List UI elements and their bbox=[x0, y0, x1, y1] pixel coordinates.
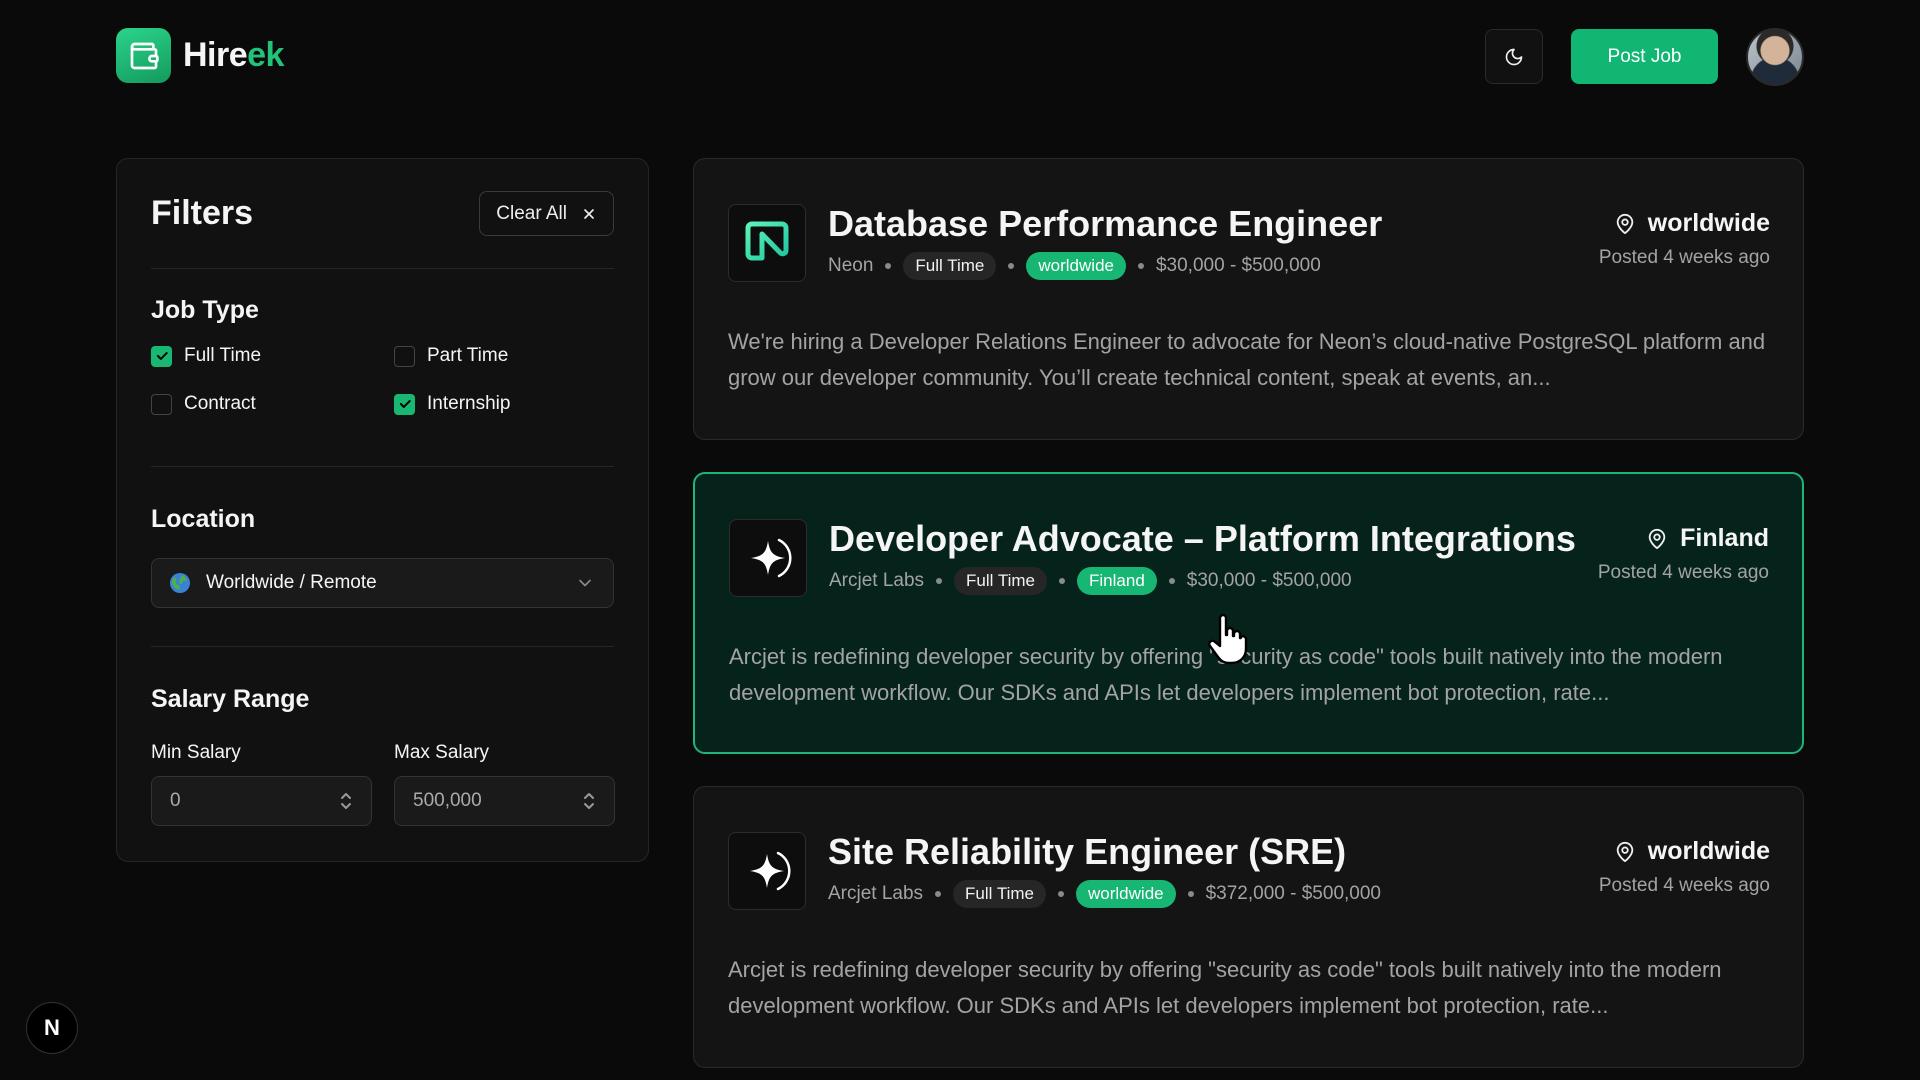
region-badge: worldwide bbox=[1026, 252, 1126, 280]
arcjet-logo-icon bbox=[728, 832, 806, 910]
checkbox-label: Part Time bbox=[427, 345, 509, 366]
brand-name-accent: ek bbox=[247, 36, 284, 74]
filters-title: Filters bbox=[151, 194, 254, 232]
separator-dot bbox=[1008, 263, 1015, 269]
stepper-icon[interactable] bbox=[582, 790, 596, 812]
job-card[interactable]: Database Performance Engineer Neon Full … bbox=[693, 158, 1804, 440]
theme-toggle-button[interactable] bbox=[1485, 29, 1543, 84]
region-badge: Finland bbox=[1077, 567, 1157, 595]
post-job-button[interactable]: Post Job bbox=[1571, 29, 1718, 84]
job-type-section: Job Type Full Time Part Time Contract In… bbox=[151, 269, 614, 467]
job-type-badge: Full Time bbox=[953, 880, 1047, 908]
location-heading: Location bbox=[151, 505, 256, 533]
clear-all-label: Clear All bbox=[496, 202, 567, 224]
map-pin-icon bbox=[1616, 841, 1634, 862]
job-type-heading: Job Type bbox=[151, 296, 259, 324]
salary-inputs: Min Salary 0 Max Salary 500,000 bbox=[151, 742, 615, 826]
stepper-icon[interactable] bbox=[339, 790, 353, 812]
checkbox-full-time[interactable]: Full Time bbox=[151, 345, 394, 367]
job-description: Arcjet is redefining developer security … bbox=[728, 957, 1722, 1018]
max-salary-label: Max Salary bbox=[394, 742, 490, 763]
separator-dot bbox=[1168, 578, 1175, 584]
checkbox-label: Contract bbox=[184, 393, 256, 414]
top-header: Hireek Post Job bbox=[116, 28, 1804, 86]
clear-all-button[interactable]: Clear All bbox=[479, 191, 614, 236]
user-avatar[interactable] bbox=[1746, 28, 1804, 86]
neon-logo-icon bbox=[728, 204, 806, 282]
job-location: worldwide bbox=[1614, 209, 1770, 238]
job-title[interactable]: Site Reliability Engineer (SRE) bbox=[828, 831, 1346, 873]
chevron-down-icon bbox=[579, 579, 591, 587]
job-description: We're hiring a Developer Relations Engin… bbox=[728, 329, 1766, 390]
checkbox-contract[interactable]: Contract bbox=[151, 393, 394, 415]
job-card[interactable]: Site Reliability Engineer (SRE) Arcjet L… bbox=[693, 786, 1804, 1068]
posted-time: Posted 4 weeks ago bbox=[1598, 247, 1770, 268]
job-type-badge: Full Time bbox=[954, 567, 1048, 595]
posted-time: Posted 4 weeks ago bbox=[1597, 562, 1769, 583]
map-pin-icon bbox=[1616, 213, 1634, 234]
company-name: Arcjet Labs bbox=[829, 570, 925, 591]
job-meta: Arcjet Labs Full Time Finland $30,000 - … bbox=[829, 567, 1352, 595]
job-location: worldwide bbox=[1614, 837, 1770, 866]
location-selected-value: Worldwide / Remote bbox=[206, 572, 377, 593]
salary-heading: Salary Range bbox=[151, 685, 310, 713]
location-select[interactable]: Worldwide / Remote bbox=[151, 558, 614, 608]
globe-icon bbox=[170, 573, 190, 593]
salary-range: $372,000 - $500,000 bbox=[1205, 883, 1381, 904]
filters-header: Filters Clear All bbox=[151, 159, 614, 269]
checkbox-unchecked-icon bbox=[151, 393, 172, 415]
job-title[interactable]: Developer Advocate – Platform Integratio… bbox=[829, 518, 1576, 560]
filters-panel: Filters Clear All Job Type Full Time Par… bbox=[116, 158, 649, 862]
min-salary-input[interactable]: 0 bbox=[151, 776, 372, 826]
company-name: Arcjet Labs bbox=[828, 883, 924, 904]
separator-dot bbox=[935, 891, 942, 897]
dev-tools-badge[interactable]: N bbox=[26, 1002, 78, 1054]
salary-section: Salary Range Min Salary 0 Max Salary 500… bbox=[151, 647, 615, 826]
checkbox-internship[interactable]: Internship bbox=[394, 393, 614, 415]
posted-time: Posted 4 weeks ago bbox=[1598, 875, 1770, 896]
max-salary-input[interactable]: 500,000 bbox=[394, 776, 615, 826]
hand-cursor-icon bbox=[1208, 613, 1248, 665]
brand-name: Hireek bbox=[183, 36, 284, 75]
job-location: Finland bbox=[1646, 524, 1769, 553]
max-salary-value: 500,000 bbox=[413, 790, 482, 811]
job-description: Arcjet is redefining developer security … bbox=[729, 644, 1723, 705]
region-badge: worldwide bbox=[1076, 880, 1176, 908]
checkbox-part-time[interactable]: Part Time bbox=[394, 345, 614, 367]
company-name: Neon bbox=[828, 255, 874, 276]
checkbox-checked-icon bbox=[151, 345, 172, 367]
location-section: Location Worldwide / Remote bbox=[151, 467, 614, 647]
moon-icon bbox=[1505, 48, 1523, 65]
brand-logo[interactable]: Hireek bbox=[116, 28, 284, 83]
location-label: worldwide bbox=[1647, 209, 1770, 237]
location-label: Finland bbox=[1680, 524, 1769, 552]
max-salary-group: Max Salary 500,000 bbox=[394, 742, 615, 826]
min-salary-group: Min Salary 0 bbox=[151, 742, 372, 826]
arcjet-logo-icon bbox=[729, 519, 807, 597]
location-label: worldwide bbox=[1647, 837, 1770, 865]
wallet-icon bbox=[116, 28, 171, 83]
separator-dot bbox=[885, 263, 892, 269]
job-title[interactable]: Database Performance Engineer bbox=[828, 203, 1382, 245]
job-meta: Arcjet Labs Full Time worldwide $372,000… bbox=[828, 880, 1381, 908]
min-salary-label: Min Salary bbox=[151, 742, 241, 763]
checkbox-label: Internship bbox=[427, 393, 511, 414]
separator-dot bbox=[1058, 891, 1065, 897]
map-pin-icon bbox=[1648, 528, 1666, 549]
checkbox-unchecked-icon bbox=[394, 345, 415, 367]
salary-range: $30,000 - $500,000 bbox=[1155, 255, 1321, 276]
job-type-badge: Full Time bbox=[903, 252, 997, 280]
job-meta: Neon Full Time worldwide $30,000 - $500,… bbox=[828, 252, 1321, 280]
separator-dot bbox=[1137, 263, 1144, 269]
separator-dot bbox=[936, 578, 943, 584]
salary-range: $30,000 - $500,000 bbox=[1186, 570, 1352, 591]
close-icon bbox=[584, 208, 594, 219]
separator-dot bbox=[1187, 891, 1194, 897]
checkbox-checked-icon bbox=[394, 393, 415, 415]
brand-name-main: Hire bbox=[183, 36, 248, 74]
checkbox-label: Full Time bbox=[184, 345, 262, 366]
job-type-options: Full Time Part Time Contract Internship bbox=[151, 345, 614, 415]
separator-dot bbox=[1059, 578, 1066, 584]
min-salary-value: 0 bbox=[170, 790, 181, 811]
